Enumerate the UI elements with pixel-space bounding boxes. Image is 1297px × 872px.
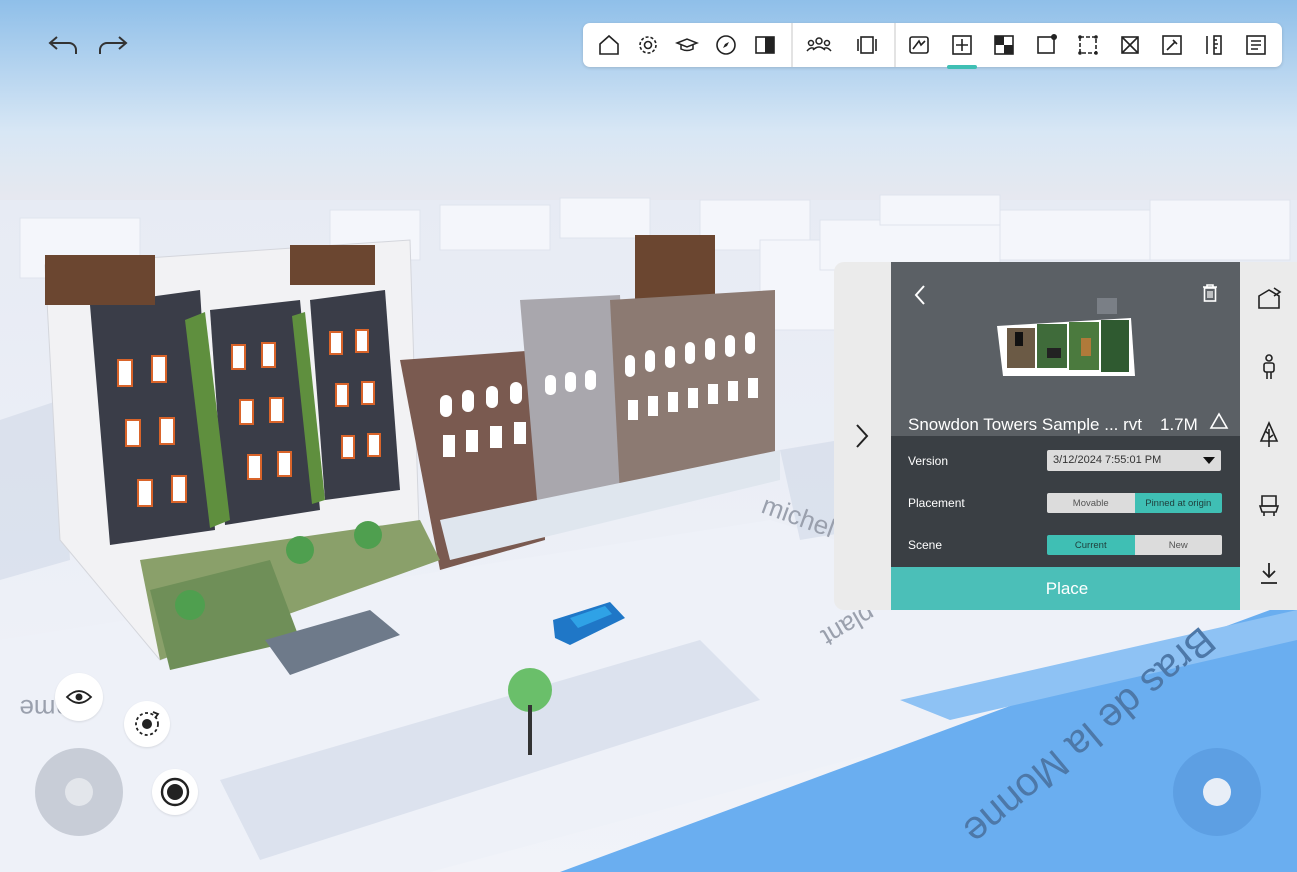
people-group-icon (806, 37, 832, 52)
add-furniture-button[interactable] (1254, 490, 1284, 520)
measure-button[interactable] (1197, 29, 1231, 61)
place-button[interactable]: Place (891, 567, 1243, 610)
move-joystick[interactable] (35, 748, 123, 836)
toolbar-divider (894, 23, 896, 67)
redo-icon (99, 36, 128, 54)
eye-icon (65, 690, 93, 704)
joystick-knob[interactable] (65, 778, 93, 806)
compass-button[interactable] (709, 29, 743, 61)
graduation-cap-icon (675, 38, 699, 52)
undo-icon (48, 36, 77, 54)
document-list-button[interactable] (1239, 29, 1273, 61)
settings-gear-icon (639, 36, 657, 54)
add-model-button[interactable] (945, 29, 979, 61)
tree-icon (1259, 421, 1279, 447)
undo-button[interactable] (44, 28, 82, 62)
download-icon (1261, 563, 1277, 584)
pin-icon (1162, 35, 1182, 55)
placement-pinned-option[interactable]: Pinned at origin (1134, 493, 1222, 513)
split-view-icon (755, 36, 775, 54)
document-list-icon (1246, 35, 1266, 55)
markup-button[interactable] (902, 29, 936, 61)
add-shape-button[interactable] (1254, 284, 1284, 314)
scene-label: Scene (908, 538, 943, 552)
dropdown-arrow-icon (1203, 457, 1215, 464)
chair-icon (1258, 495, 1280, 516)
model-options: Version 3/12/2024 7:55:01 PM Placement M… (891, 436, 1240, 567)
measure-icon (1206, 35, 1222, 55)
person-icon (1263, 354, 1275, 379)
download-button[interactable] (1254, 558, 1284, 588)
add-model-icon (952, 35, 972, 55)
placement-movable-option[interactable]: Movable (1047, 493, 1135, 513)
delete-model-button[interactable] (1195, 278, 1225, 308)
material-icon (994, 35, 1014, 55)
add-tree-button[interactable] (1254, 420, 1284, 450)
collaborate-button[interactable] (802, 29, 836, 61)
version-label: Version (908, 454, 949, 468)
orbit-icon (135, 711, 160, 736)
home-button[interactable] (592, 29, 626, 61)
learn-button[interactable] (670, 29, 704, 61)
history-controls (44, 28, 132, 62)
model-file-size: 1.7M (1160, 415, 1198, 434)
split-view-button[interactable] (748, 29, 782, 61)
main-toolbar (583, 23, 1282, 67)
target-icon (160, 777, 190, 807)
crop-button[interactable] (1071, 29, 1105, 61)
model-file-name: Snowdon Towers Sample ... rvt (908, 415, 1143, 434)
placement-toggle: Movable Pinned at origin (1047, 493, 1222, 513)
chevron-right-icon (856, 424, 869, 448)
hide-element-icon (1121, 36, 1139, 54)
orbit-mode-button[interactable] (124, 701, 170, 747)
back-button[interactable] (905, 280, 935, 310)
scene-current-option[interactable]: Current (1047, 535, 1135, 555)
pin-button[interactable] (1155, 29, 1189, 61)
settings-button[interactable] (631, 29, 665, 61)
add-person-button[interactable] (1254, 352, 1284, 382)
warning-triangle-icon[interactable] (1209, 412, 1229, 430)
section-box-button[interactable] (850, 29, 884, 61)
active-tool-indicator (947, 65, 977, 69)
joystick-knob[interactable] (1203, 778, 1231, 806)
material-button[interactable] (987, 29, 1021, 61)
crop-icon (1078, 35, 1098, 55)
trash-icon (1203, 284, 1217, 302)
visibility-toggle-button[interactable] (55, 673, 103, 721)
compass-icon (716, 35, 736, 55)
version-select[interactable]: 3/12/2024 7:55:01 PM (1047, 450, 1221, 471)
home-icon (599, 34, 619, 55)
focus-target-button[interactable] (152, 769, 198, 815)
version-value: 3/12/2024 7:55:01 PM (1053, 454, 1162, 466)
collapse-panel-handle[interactable] (834, 262, 891, 610)
section-box-icon (857, 36, 877, 54)
chevron-left-icon (914, 285, 925, 305)
model-thumbnail (997, 298, 1135, 376)
toolbar-divider (791, 23, 793, 67)
model-placement-panel: Snowdon Towers Sample ... rvt 1.7M Versi… (891, 262, 1243, 610)
shape-add-icon (1258, 287, 1282, 309)
placement-label: Placement (908, 496, 965, 510)
hide-element-button[interactable] (1113, 29, 1147, 61)
scene-new-option[interactable]: New (1134, 535, 1222, 555)
look-joystick[interactable] (1173, 748, 1261, 836)
selection-box-button[interactable] (1030, 29, 1064, 61)
side-toolbar (1240, 262, 1297, 610)
redo-button[interactable] (94, 28, 132, 62)
scene-toggle: Current New (1047, 535, 1222, 555)
selection-box-icon (1037, 34, 1057, 54)
markup-icon (909, 36, 929, 54)
